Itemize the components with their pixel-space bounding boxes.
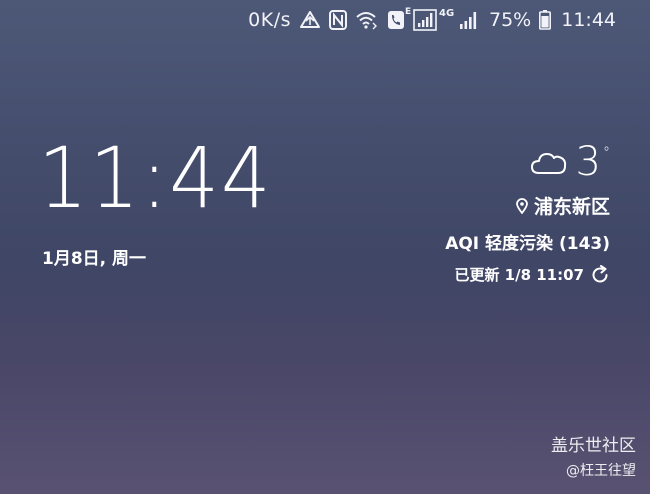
nfc-icon xyxy=(329,10,347,30)
signal-icon xyxy=(459,10,479,30)
weather-temp-row: 3 ° xyxy=(445,138,610,186)
temperature: 3 ° xyxy=(576,142,610,182)
status-time: 11:44 xyxy=(561,9,616,31)
degree-symbol: ° xyxy=(603,145,610,161)
signal-icon xyxy=(413,9,437,31)
watermark: 盖乐世社区 @枉王往望 xyxy=(551,431,636,480)
aqi-text: AQI 轻度污染 (143) xyxy=(445,234,610,254)
data-saver-icon xyxy=(299,10,321,30)
signal-2-tag: 4G xyxy=(439,8,455,19)
watermark-title: 盖乐世社区 xyxy=(551,436,636,456)
weather-location-row: 浦东新区 xyxy=(445,192,610,219)
temperature-value: 3 xyxy=(575,139,601,185)
weather-location: 浦东新区 xyxy=(533,196,610,218)
weather-widget[interactable]: 3 ° 浦东新区 AQI 轻度污染 (143) 已更新 1/8 11:07 xyxy=(445,138,610,285)
status-bar: 0K/s E 4G 75% 11:44 xyxy=(248,6,616,34)
lockscreen-date: 1月8日, 周一 xyxy=(42,249,147,269)
lockscreen-clock: 11:44 xyxy=(38,129,273,227)
signal-2: 4G xyxy=(439,8,479,30)
cloud-icon xyxy=(530,149,568,175)
signal-1: E xyxy=(405,7,437,31)
refresh-icon[interactable] xyxy=(590,264,610,285)
battery-icon xyxy=(539,10,552,30)
network-speed: 0K/s xyxy=(248,9,291,31)
watermark-user: @枉王往望 xyxy=(566,463,636,479)
aqi-row: AQI 轻度污染 (143) xyxy=(445,229,610,254)
weather-updated-text: 已更新 1/8 11:07 xyxy=(454,266,584,284)
location-pin-icon xyxy=(516,197,528,214)
wifi-call-icon xyxy=(355,10,379,30)
signal-1-tag: E xyxy=(405,7,412,17)
battery-percent: 75% xyxy=(489,9,532,31)
weather-updated-row: 已更新 1/8 11:07 xyxy=(445,264,610,285)
phone-icon xyxy=(387,10,405,30)
